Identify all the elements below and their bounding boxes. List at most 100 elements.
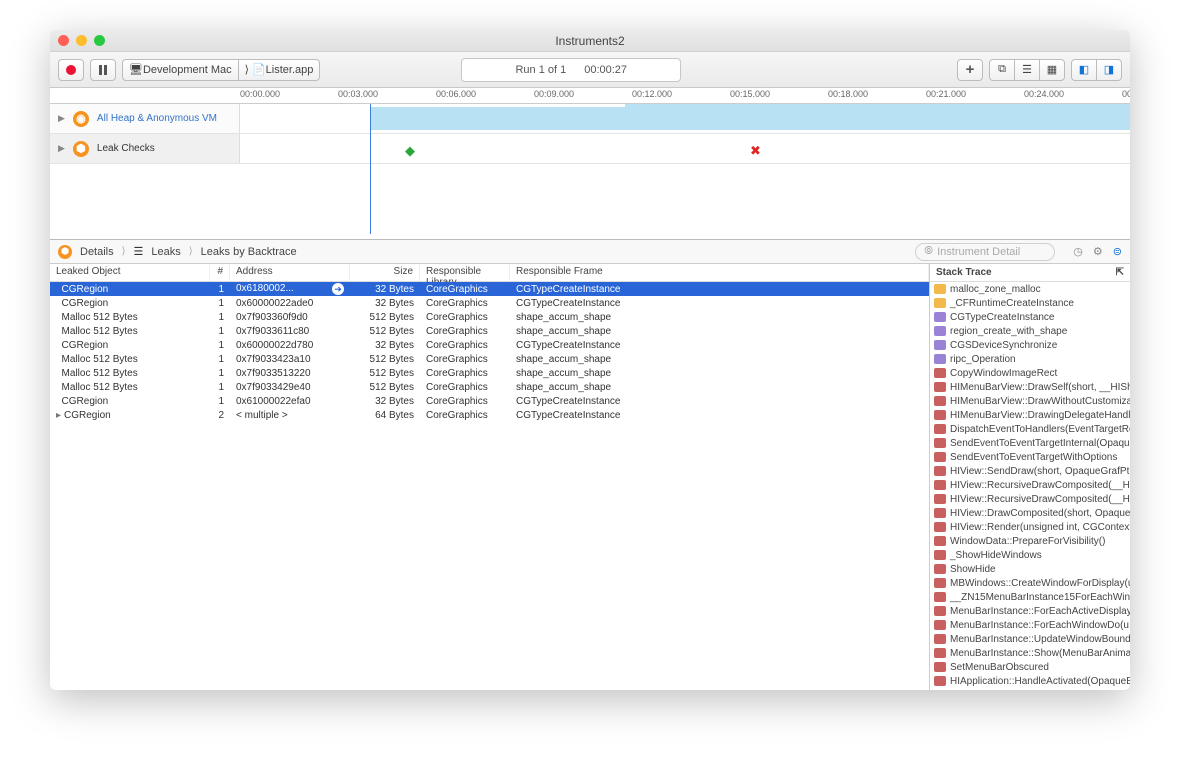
- clock-icon[interactable]: ◷: [1073, 245, 1083, 258]
- stack-frame[interactable]: HIView::RecursiveDrawComposited(__HI...: [930, 492, 1130, 506]
- cell-frame: shape_accum_shape: [510, 354, 929, 365]
- strategy-1[interactable]: ⧉: [989, 59, 1015, 81]
- stack-frame[interactable]: _ShowHideWindows: [930, 548, 1130, 562]
- toggle-right-panel[interactable]: ◨: [1096, 59, 1122, 81]
- search-input[interactable]: ⦾ Instrument Detail: [915, 243, 1055, 261]
- crumb-backtrace[interactable]: Leaks by Backtrace: [201, 246, 297, 258]
- track-content[interactable]: ◆ ✖: [240, 134, 1130, 163]
- cell-address: 0x61000022efa0: [230, 396, 350, 407]
- collapse-icon[interactable]: ⇱: [1116, 267, 1124, 278]
- stack-frame[interactable]: WindowData::PrepareForVisibility(): [930, 534, 1130, 548]
- table-row[interactable]: Malloc 512 Bytes10x7f9033429e40512 Bytes…: [50, 380, 929, 394]
- gear-icon[interactable]: ⚙: [1093, 245, 1103, 258]
- time-ruler[interactable]: 00:00.00000:03.00000:06.00000:09.00000:1…: [50, 88, 1130, 104]
- titlebar: Instruments2: [50, 30, 1130, 52]
- stack-frame[interactable]: CopyWindowImageRect: [930, 366, 1130, 380]
- stack-trace-list[interactable]: malloc_zone_malloc_CFRuntimeCreateInstan…: [930, 282, 1130, 690]
- stack-frame[interactable]: HIApplication::HandleActivated(OpaqueE..…: [930, 674, 1130, 688]
- table-row[interactable]: Malloc 512 Bytes10x7f9033611c80512 Bytes…: [50, 324, 929, 338]
- target-device[interactable]: 🖥 Development Mac: [122, 59, 239, 81]
- chevron-icon: ⟩: [122, 246, 126, 257]
- track-allocations[interactable]: ▶ ◉ All Heap & Anonymous VM: [50, 104, 1130, 134]
- track-label[interactable]: ▶ ◉ All Heap & Anonymous VM: [50, 104, 240, 133]
- frame-text: MenuBarInstance::UpdateWindowBound...: [950, 634, 1130, 645]
- strategy-2[interactable]: ☰: [1014, 59, 1040, 81]
- stack-frame[interactable]: HIMenuBarView::DrawingDelegateHandl...: [930, 408, 1130, 422]
- track-name: All Heap & Anonymous VM: [97, 113, 217, 124]
- stack-frame[interactable]: HIView::SendDraw(short, OpaqueGrafPtr...: [930, 464, 1130, 478]
- stack-frame[interactable]: DispatchEventToHandlers(EventTargetRe...: [930, 422, 1130, 436]
- record-button[interactable]: [58, 59, 84, 81]
- strategy-3[interactable]: ▦: [1039, 59, 1065, 81]
- detail-icon: ⬢: [58, 245, 72, 259]
- run-info[interactable]: Run 1 of 1 00:00:27: [461, 58, 681, 82]
- col-size[interactable]: Size: [350, 264, 420, 281]
- playhead[interactable]: [370, 104, 371, 234]
- leaks-table: Leaked Object # Address Size Responsible…: [50, 264, 930, 690]
- panel-toggles[interactable]: ◧ ◨: [1071, 59, 1122, 81]
- frame-icon: [934, 634, 946, 644]
- frame-icon: [934, 298, 946, 308]
- stack-frame[interactable]: region_create_with_shape: [930, 324, 1130, 338]
- crumb-leaks[interactable]: Leaks: [151, 246, 180, 258]
- col-count[interactable]: #: [210, 264, 230, 281]
- col-frame[interactable]: Responsible Frame: [510, 264, 929, 281]
- stack-icon[interactable]: ⊜: [1113, 245, 1122, 258]
- go-arrow-icon[interactable]: ➜: [332, 283, 344, 295]
- track-label[interactable]: ▶ ⬢ Leak Checks: [50, 134, 240, 163]
- stack-frame[interactable]: CGTypeCreateInstance: [930, 310, 1130, 324]
- stack-frame[interactable]: HIMenuBarView::DrawSelf(short, __HISha..…: [930, 380, 1130, 394]
- target-app[interactable]: ⟩ 📄 Lister.app: [238, 59, 321, 81]
- table-row[interactable]: CGRegion10x61000022efa032 BytesCoreGraph…: [50, 394, 929, 408]
- pause-button[interactable]: [90, 59, 116, 81]
- frame-icon: [934, 620, 946, 630]
- stack-frame[interactable]: CGSDeviceSynchronize: [930, 338, 1130, 352]
- table-row[interactable]: Malloc 512 Bytes10x7f903360f9d0512 Bytes…: [50, 310, 929, 324]
- col-library[interactable]: Responsible Library: [420, 264, 510, 281]
- toggle-left-panel[interactable]: ◧: [1071, 59, 1097, 81]
- table-row[interactable]: CGRegion10x6180002...➜32 BytesCoreGraphi…: [50, 282, 929, 296]
- table-row[interactable]: CGRegion10x60000022d78032 BytesCoreGraph…: [50, 338, 929, 352]
- table-row[interactable]: Malloc 512 Bytes10x7f9033513220512 Bytes…: [50, 366, 929, 380]
- add-instrument-button[interactable]: +: [957, 59, 983, 81]
- table-row[interactable]: Malloc 512 Bytes10x7f9033423a10512 Bytes…: [50, 352, 929, 366]
- track-leaks[interactable]: ▶ ⬢ Leak Checks ◆ ✖: [50, 134, 1130, 164]
- col-address[interactable]: Address: [230, 264, 350, 281]
- stack-frame[interactable]: _CFRuntimeCreateInstance: [930, 296, 1130, 310]
- cell-lib: CoreGraphics: [420, 326, 510, 337]
- stack-frame[interactable]: HIView::RecursiveDrawComposited(__HI...: [930, 478, 1130, 492]
- stack-frame[interactable]: MenuBarInstance::ForEachWindowDo(u...: [930, 618, 1130, 632]
- disclosure-icon[interactable]: ▶: [58, 113, 65, 124]
- target-selector[interactable]: 🖥 Development Mac ⟩ 📄 Lister.app: [122, 59, 320, 81]
- leak-check-ok-icon[interactable]: ◆: [405, 143, 415, 159]
- table-body[interactable]: CGRegion10x6180002...➜32 BytesCoreGraphi…: [50, 282, 929, 690]
- frame-text: ripc_Operation: [950, 354, 1016, 365]
- stack-frame[interactable]: SendEventToEventTargetInternal(Opaque...: [930, 436, 1130, 450]
- stack-frame[interactable]: MenuBarInstance::UpdateWindowBound...: [930, 632, 1130, 646]
- stack-frame[interactable]: MenuBarInstance::ForEachActiveDisplay...: [930, 604, 1130, 618]
- strategy-buttons[interactable]: ⧉ ☰ ▦: [989, 59, 1065, 81]
- stack-frame[interactable]: SendEventToEventTargetWithOptions: [930, 450, 1130, 464]
- disclosure-icon[interactable]: ▶: [58, 143, 65, 154]
- stack-frame[interactable]: HIApplication::EventObserver(unsigned i.…: [930, 688, 1130, 690]
- stack-frame[interactable]: HIView::Render(unsigned int, CGContext*): [930, 520, 1130, 534]
- stack-frame[interactable]: HIMenuBarView::DrawWithoutCustomiza...: [930, 394, 1130, 408]
- stack-frame[interactable]: __ZN15MenuBarInstance15ForEachWin...: [930, 590, 1130, 604]
- col-leaked-object[interactable]: Leaked Object: [50, 264, 210, 281]
- frame-icon: [934, 396, 946, 406]
- stack-frame[interactable]: malloc_zone_malloc: [930, 282, 1130, 296]
- table-row[interactable]: ▸CGRegion2< multiple >64 BytesCoreGraphi…: [50, 408, 929, 422]
- leak-check-fail-icon[interactable]: ✖: [750, 143, 761, 159]
- frame-icon: [934, 536, 946, 546]
- cell-object: ▸CGRegion: [50, 410, 210, 421]
- stack-frame[interactable]: ShowHide: [930, 562, 1130, 576]
- stack-frame[interactable]: ripc_Operation: [930, 352, 1130, 366]
- track-content[interactable]: [240, 104, 1130, 133]
- cell-frame: CGTypeCreateInstance: [510, 340, 929, 351]
- stack-frame[interactable]: MenuBarInstance::Show(MenuBarAnimat...: [930, 646, 1130, 660]
- table-row[interactable]: CGRegion10x60000022ade032 BytesCoreGraph…: [50, 296, 929, 310]
- stack-frame[interactable]: HIView::DrawComposited(short, Opaque...: [930, 506, 1130, 520]
- stack-frame[interactable]: SetMenuBarObscured: [930, 660, 1130, 674]
- stack-frame[interactable]: MBWindows::CreateWindowForDisplay(u...: [930, 576, 1130, 590]
- crumb-details[interactable]: Details: [80, 246, 114, 258]
